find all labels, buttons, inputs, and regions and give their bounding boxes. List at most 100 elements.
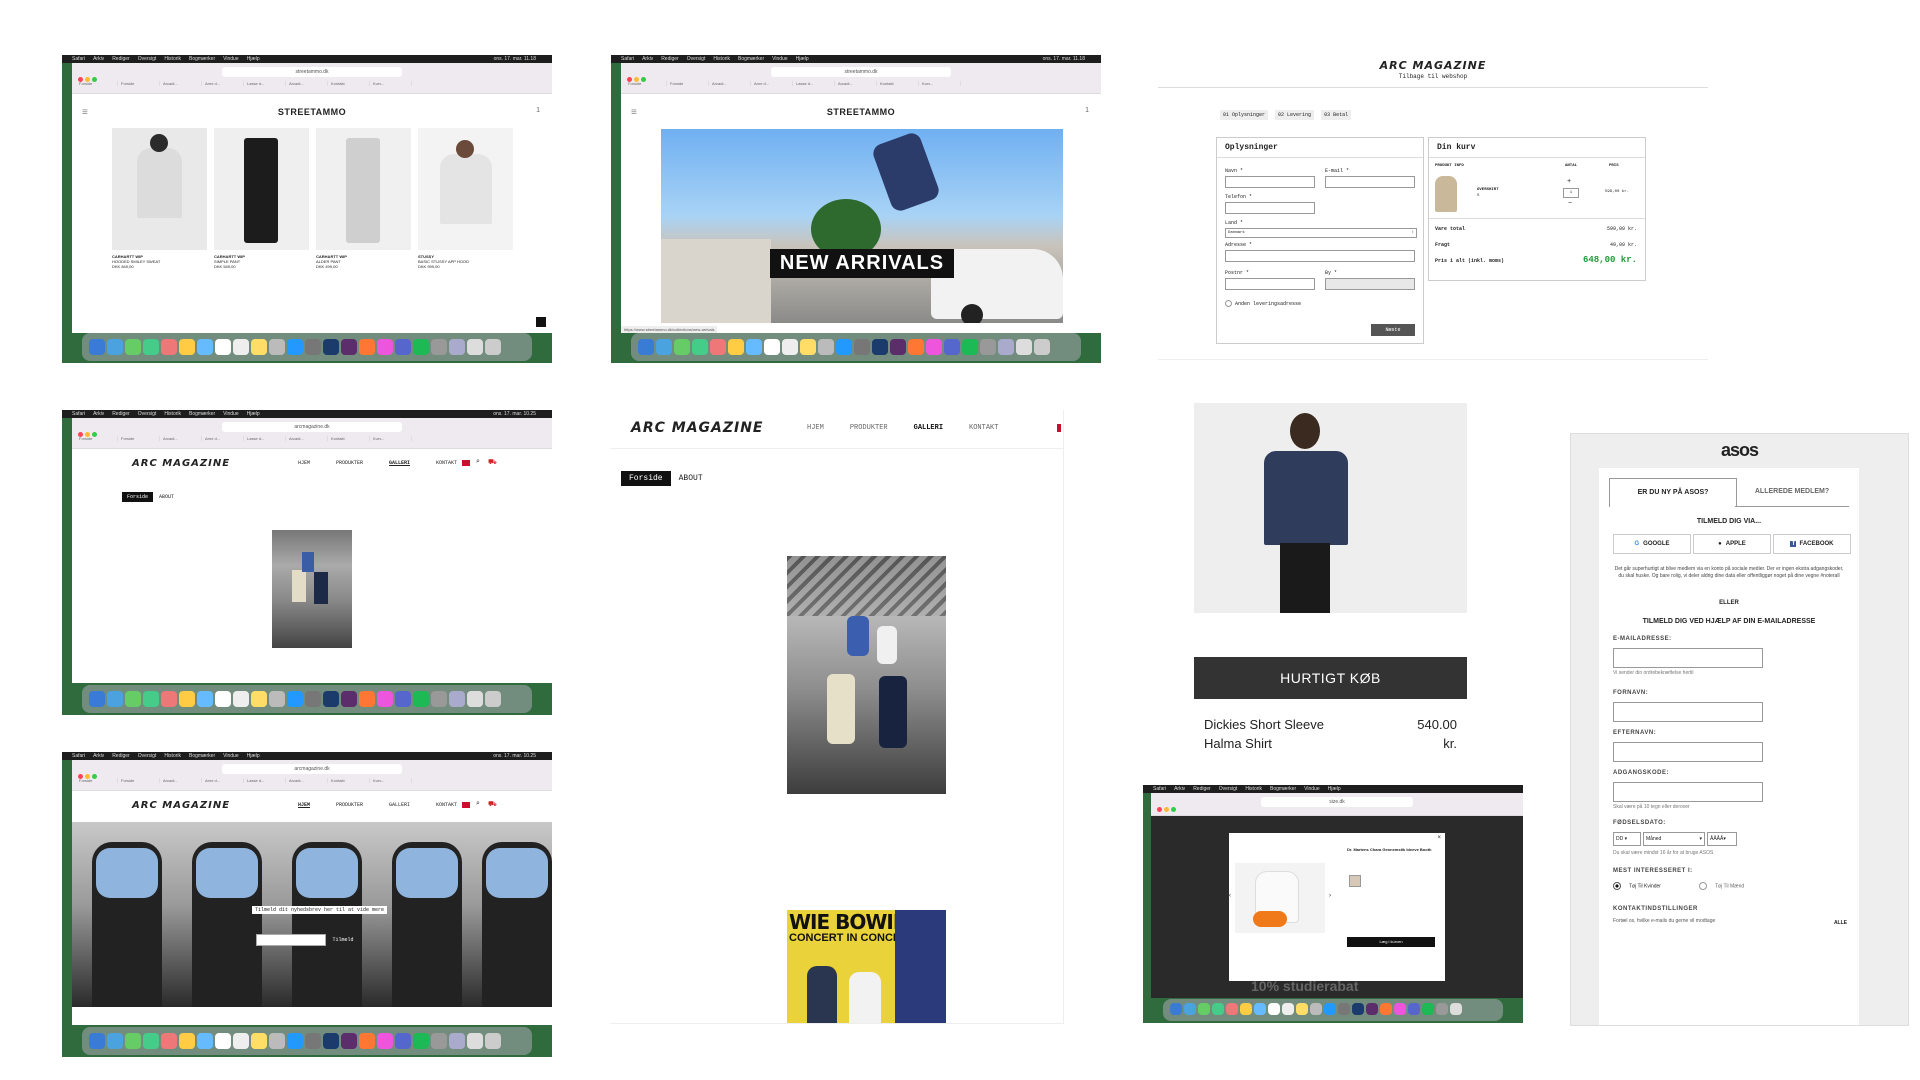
newsletter-subscribe-button[interactable]: Tilmeld — [328, 934, 358, 946]
zip-input[interactable] — [1225, 278, 1315, 290]
modal-product-image[interactable] — [1235, 863, 1325, 933]
checkout-logo[interactable]: ARC MAGAZINE — [1158, 59, 1708, 72]
country-select[interactable]: Danmark ↕ — [1225, 228, 1417, 238]
address-bar[interactable]: streetammo.dk — [222, 67, 402, 77]
firstname-input[interactable] — [1613, 702, 1763, 722]
modal-prev-icon[interactable]: ‹ — [1229, 893, 1231, 899]
qty-plus-button[interactable]: + — [1567, 178, 1571, 186]
alt-delivery-checkbox[interactable]: Anden leveringsadresse — [1225, 300, 1301, 307]
search-icon[interactable]: ⌕ — [476, 458, 480, 466]
email-input[interactable] — [1613, 648, 1763, 668]
interest-women-radio[interactable]: Tøj Til Kvinder — [1613, 882, 1661, 890]
nav-products[interactable]: PRODUKTER — [336, 460, 363, 466]
interest-label: MEST INTERESSERET I: — [1613, 868, 1693, 874]
tab-strip[interactable]: Forside Forside Arcadi... Arne d... Lasse d.… — [625, 81, 1097, 91]
step-delivery[interactable]: 02 Levering — [1275, 110, 1315, 120]
modal-next-icon[interactable]: › — [1329, 893, 1331, 899]
apple-button[interactable]: ● APPLE — [1693, 534, 1771, 554]
lastname-input[interactable] — [1613, 742, 1763, 762]
nav-contact[interactable]: KONTAKT — [436, 460, 457, 466]
newsletter-input[interactable] — [256, 934, 326, 946]
main-nav: HJEM PRODUKTER GALLERI KONTAKT — [272, 802, 457, 808]
nav-gallery[interactable]: GALLERI — [914, 424, 943, 432]
name-input[interactable] — [1225, 176, 1315, 188]
flag-icon[interactable] — [462, 460, 470, 466]
step-info[interactable]: 01 Oplysninger — [1220, 110, 1269, 120]
product-photo[interactable] — [1194, 403, 1467, 613]
quick-buy-button[interactable]: HURTIGT KØB — [1194, 657, 1467, 699]
nav-gallery[interactable]: GALLERI — [389, 802, 410, 808]
asos-logo[interactable]: asos — [1571, 440, 1908, 461]
address-input[interactable] — [1225, 250, 1415, 262]
address-bar[interactable]: arcmagazine.dk — [222, 422, 402, 432]
dock[interactable] — [631, 333, 1081, 361]
site-logo[interactable]: ARC MAGAZINE — [631, 420, 764, 436]
qty-input[interactable]: 1 — [1563, 188, 1579, 198]
breadcrumb-home[interactable]: Forside — [122, 492, 154, 502]
banner-title[interactable]: NEW ARRIVALS — [769, 249, 955, 278]
nav-products[interactable]: PRODUKTER — [850, 424, 888, 432]
dob-day-select[interactable]: DD ▾ — [1613, 832, 1641, 846]
size-swatch[interactable] — [1349, 875, 1361, 887]
screenshot-streetammo-banner: Safari Arkiv Rediger Oversigt Historik Bogmær… — [611, 55, 1101, 363]
modal-add-button[interactable]: Læg i kurven — [1347, 937, 1435, 947]
dob-year-select[interactable]: ÅÅÅÅ▾ — [1707, 832, 1737, 846]
dob-month-select[interactable]: Måned ▾ — [1643, 832, 1705, 846]
screenshot-product-page: HURTIGT KØB Dickies Short Sleeve Halma S… — [1194, 403, 1467, 763]
site-logo[interactable]: ARC MAGAZINE — [132, 800, 230, 811]
interest-men-radio[interactable]: Tøj Til Mænd — [1699, 882, 1744, 890]
breadcrumb-home[interactable]: Forside — [621, 471, 671, 486]
step-pay[interactable]: 03 Betal — [1321, 110, 1352, 120]
cart-icon[interactable]: ⛟ — [488, 800, 497, 809]
address-bar[interactable]: streetammo.dk — [771, 67, 951, 77]
qty-minus-button[interactable]: − — [1568, 200, 1572, 208]
back-to-shop-link[interactable]: Tilbage til webshop — [1158, 73, 1708, 80]
password-input[interactable] — [1613, 782, 1763, 802]
phone-input[interactable] — [1225, 202, 1315, 214]
dock[interactable] — [82, 685, 532, 713]
product-card[interactable]: CARHARTT WIP ALDER PANT DKK 499,00 — [316, 128, 411, 269]
scroll-top-button[interactable] — [536, 317, 546, 327]
cart-count[interactable]: 1 — [1085, 107, 1089, 114]
site-logo[interactable]: ARC MAGAZINE — [132, 458, 230, 469]
shipping-value: 49,00 kr. — [1609, 242, 1637, 248]
nav-contact[interactable]: KONTAKT — [436, 802, 457, 808]
flag-icon[interactable] — [1057, 424, 1061, 432]
facebook-button[interactable]: f FACEBOOK — [1773, 534, 1851, 554]
nav-home[interactable]: HJEM — [807, 424, 824, 432]
address-bar[interactable]: size.dk — [1261, 797, 1413, 807]
tab-strip[interactable]: Forside Forside Arcadi... Arne d... Lasse d.… — [76, 436, 548, 446]
address-bar[interactable]: arcmagazine.dk — [222, 764, 402, 774]
nav-contact[interactable]: KONTAKT — [969, 424, 998, 432]
dock[interactable] — [82, 333, 532, 361]
tab-existing-member[interactable]: ALLEREDE MEDLEM? — [1735, 478, 1849, 507]
google-button[interactable]: G GOOGLE — [1613, 534, 1691, 554]
cart-header-product: PRODUKT INFO — [1435, 164, 1464, 168]
cart-icon[interactable]: ⛟ — [488, 458, 497, 467]
modal-close-icon[interactable]: × — [1437, 835, 1441, 841]
city-input[interactable] — [1325, 278, 1415, 290]
dock[interactable] — [82, 1027, 532, 1055]
promo-banner[interactable]: 10% studierabat — [1251, 978, 1358, 994]
flag-icon[interactable] — [462, 802, 470, 808]
product-card[interactable]: CARHARTT WIP HOODED SMILEY SWEAT DKK 849… — [112, 128, 207, 269]
next-button[interactable]: Næste — [1371, 324, 1415, 336]
select-all-link[interactable]: ALLE — [1834, 920, 1847, 926]
nav-home[interactable]: HJEM — [298, 802, 310, 808]
nav-products[interactable]: PRODUKTER — [336, 802, 363, 808]
cart-count[interactable]: 1 — [536, 107, 540, 114]
product-card[interactable]: CARHARTT WIP SIMPLE PANT DKK 549,00 — [214, 128, 309, 269]
nav-gallery[interactable]: GALLERI — [389, 460, 410, 466]
site-logo[interactable]: STREETAMMO — [72, 107, 552, 117]
dock[interactable] — [1163, 999, 1503, 1021]
product-card[interactable]: STUSSY BASIC STUSSY APP HOOD DKK 999,00 — [418, 128, 513, 269]
hero-banner[interactable]: NEW ARRIVALS — [661, 129, 1063, 323]
site-logo[interactable]: STREETAMMO — [621, 107, 1101, 117]
search-icon[interactable]: ⌕ — [476, 800, 480, 808]
product-name[interactable]: Dickies Short Sleeve Halma Shirt — [1204, 715, 1344, 753]
tab-strip[interactable]: Forside Forside Arcadi... Arne d... Lasse d.… — [76, 778, 548, 788]
nav-home[interactable]: HJEM — [298, 460, 310, 466]
tab-new-customer[interactable]: ER DU NY PÅ ASOS? — [1609, 478, 1737, 507]
email-input[interactable] — [1325, 176, 1415, 188]
tab-strip[interactable]: Forside Forside Arcadi... Arne d... Lasse d.… — [76, 81, 548, 91]
